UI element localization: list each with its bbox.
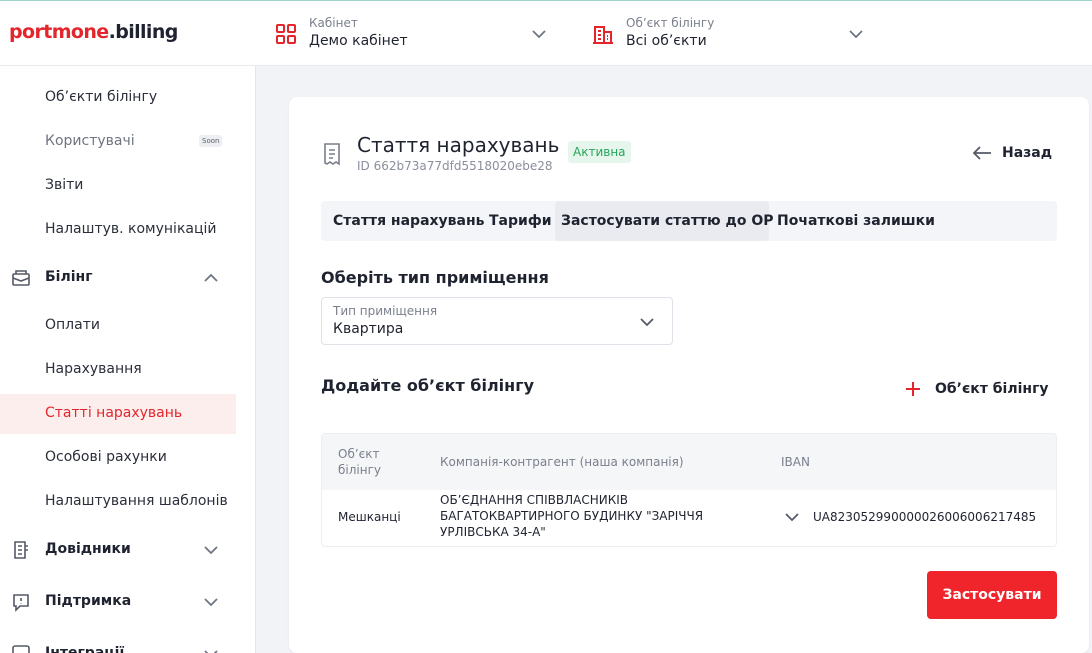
- building-icon: [593, 26, 613, 44]
- app-logo[interactable]: portmone.billing: [9, 21, 178, 43]
- premise-type-value: Квартира: [333, 321, 404, 337]
- chevron-up-icon: [204, 273, 218, 282]
- main-card: Стаття нарахувань ID 662b73a77dfd5518020…: [289, 97, 1089, 653]
- sidebar-item-charges[interactable]: Нарахування: [0, 350, 236, 390]
- premise-type-label: Тип приміщення: [333, 304, 438, 318]
- chevron-down-icon: [204, 546, 218, 555]
- sidebar-item-personal-accounts[interactable]: Особові рахунки: [0, 438, 236, 478]
- chevron-down-icon: [532, 30, 546, 39]
- page-title: Стаття нарахувань: [357, 133, 560, 157]
- tab-initial-balances[interactable]: Початкові залишки: [771, 201, 941, 241]
- top-header: portmone.billing Кабінет Демо кабінет Об…: [0, 0, 1092, 66]
- tab-bar: Стаття нарахувань Тарифи Застосувати ста…: [321, 201, 1057, 241]
- cabinet-value: Демо кабінет: [309, 33, 408, 49]
- cabinet-selector[interactable]: Кабінет Демо кабінет: [275, 13, 550, 55]
- grid-icon: [276, 24, 296, 44]
- arrow-left-icon: [972, 146, 991, 160]
- add-billing-object-label: Об’єкт білінгу: [935, 381, 1049, 397]
- chevron-down-icon: [204, 650, 218, 653]
- sidebar-group-billing[interactable]: Білінг: [0, 258, 236, 298]
- back-button[interactable]: Назад: [972, 141, 1062, 165]
- sidebar-group-integrations[interactable]: Інтеграції: [0, 634, 236, 653]
- billing-icon: [12, 270, 30, 286]
- billing-object-value: Всі об’єкти: [626, 33, 707, 49]
- chevron-down-icon: [640, 318, 654, 327]
- billing-objects-table: Об’єкт білінгу Компанія-контрагент (наша…: [321, 433, 1057, 547]
- directory-icon: [14, 541, 28, 559]
- iban-dropdown-chevron-icon[interactable]: [784, 509, 800, 525]
- sidebar-item-template-settings[interactable]: Налаштування шаблонів: [0, 482, 236, 522]
- sidebar-group-support[interactable]: Підтримка: [0, 582, 236, 622]
- integration-icon: [12, 645, 30, 653]
- sidebar-item-charge-articles[interactable]: Статті нарахувань: [0, 394, 236, 434]
- col-header-object: Об’єкт білінгу: [338, 447, 381, 477]
- tab-tariffs[interactable]: Тарифи: [483, 201, 558, 241]
- status-badge: Активна: [568, 141, 631, 163]
- sidebar-group-directories[interactable]: Довідники: [0, 530, 236, 570]
- add-billing-object-button[interactable]: Об’єкт білінгу: [904, 377, 1049, 401]
- sidebar: Об’єкти білінгу Користувачі Soon Звіти На…: [0, 66, 256, 653]
- document-icon: [324, 143, 340, 166]
- billing-object-label: Об’єкт білінгу: [626, 16, 715, 30]
- billing-object-selector[interactable]: Об’єкт білінгу Всі об’єкти: [592, 13, 867, 55]
- billing-object-heading: Додайте об’єкт білінгу: [321, 376, 534, 395]
- back-label: Назад: [1002, 145, 1053, 161]
- sidebar-item-reports[interactable]: Звіти: [0, 166, 236, 206]
- cell-company: ОБ’ЄДНАННЯ СПІВВЛАСНИКІВ БАГАТОКВАРТИРНО…: [440, 493, 704, 539]
- sidebar-item-billing-objects[interactable]: Об’єкти білінгу: [0, 78, 236, 118]
- support-icon: [13, 594, 29, 612]
- cabinet-label: Кабінет: [309, 16, 358, 30]
- apply-button[interactable]: Застосувати: [927, 571, 1057, 619]
- premise-type-heading: Оберіть тип приміщення: [321, 268, 549, 287]
- chevron-down-icon: [849, 30, 863, 39]
- table-header: Об’єкт білінгу Компанія-контрагент (наша…: [322, 434, 1056, 490]
- premise-type-select[interactable]: Тип приміщення Квартира: [321, 297, 673, 345]
- soon-badge: Soon: [199, 135, 223, 147]
- col-header-iban: IBAN: [781, 455, 810, 469]
- tab-charge-article[interactable]: Стаття нарахувань: [327, 201, 491, 241]
- sidebar-item-users[interactable]: Користувачі Soon: [0, 122, 236, 162]
- tab-apply-to-accounts[interactable]: Застосувати статтю до ОР: [555, 201, 774, 241]
- chevron-down-icon: [204, 598, 218, 607]
- cell-object: Мешканці: [338, 510, 401, 524]
- sidebar-item-communication-settings[interactable]: Налаштув. комунікацій: [0, 210, 236, 250]
- plus-icon: [906, 382, 920, 396]
- cell-iban: UA823052990000026006006217485: [813, 510, 1037, 524]
- sidebar-item-payments[interactable]: Оплати: [0, 306, 236, 346]
- record-id: ID 662b73a77dfd5518020ebe28: [357, 159, 553, 173]
- col-header-company: Компанія-контрагент (наша компанія): [440, 455, 684, 469]
